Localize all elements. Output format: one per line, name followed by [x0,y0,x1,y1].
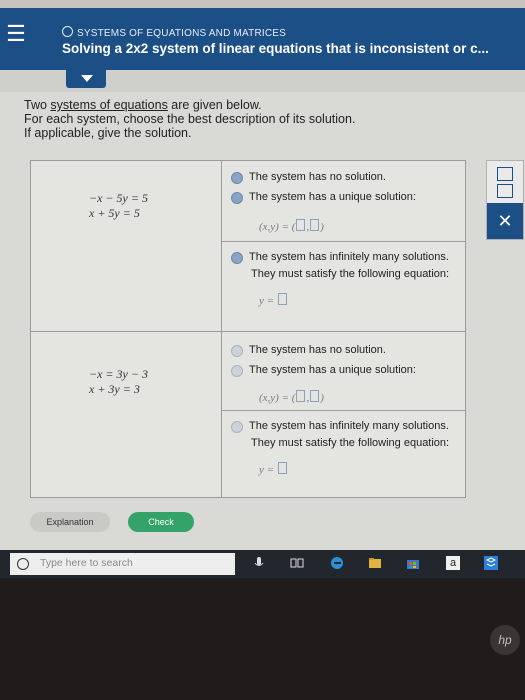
menu-icon[interactable]: ☰ [4,22,28,46]
option-divider [221,410,465,411]
problem-intro: Two systems of equations are given below… [24,98,355,140]
collapse-button[interactable] [66,70,106,88]
y-answer-box[interactable] [310,390,320,402]
radio-button[interactable] [231,252,243,264]
radio-button[interactable] [231,345,243,357]
system-2-equations: −x = 3y − 3 x + 3y = 3 [31,332,222,498]
edge-browser-icon[interactable] [330,556,344,570]
option-divider [221,241,465,242]
system-1-eq-2: x + 5y = 5 [89,206,140,220]
system-1-unique-answer: (x,y) = (,) [259,219,324,233]
chevron-down-icon [81,75,93,82]
x-answer-box[interactable] [296,219,306,231]
systems-table: −x − 5y = 5 x + 5y = 5 The system has no… [30,160,466,498]
windows-taskbar: Type here to search a [0,550,525,578]
check-button[interactable]: Check [128,512,194,532]
y-answer-box[interactable] [310,219,320,231]
system-2-infinite-answer: y = [259,462,288,476]
system-1-eq-1: −x − 5y = 5 [89,191,148,205]
task-view-icon[interactable] [290,556,304,570]
systems-of-equations-link[interactable]: systems of equations [50,98,167,112]
cortana-circle-icon [17,558,29,570]
intro-line-2: For each system, choose the best descrip… [24,112,356,126]
box-icon[interactable] [497,184,513,198]
topic-label[interactable]: SYSTEMS OF EQUATIONS AND MATRICES [62,26,286,39]
taskbar-search-box[interactable]: Type here to search [10,553,235,575]
system-1-equations: −x − 5y = 5 x + 5y = 5 [31,161,222,331]
assignment-header: ☰ SYSTEMS OF EQUATIONS AND MATRICES Solv… [0,8,525,70]
radio-button[interactable] [231,421,243,433]
system-2-options: The system has no solution. The system h… [221,332,465,498]
hp-logo: hp [490,625,520,655]
answer-tools-panel: ✕ [486,160,524,240]
close-icon[interactable]: ✕ [487,203,523,239]
microphone-icon[interactable] [252,556,266,570]
amazon-icon[interactable]: a [446,556,460,570]
x-answer-box[interactable] [296,390,306,402]
equation-answer-box[interactable] [277,462,287,474]
system-2-eq-2: x + 3y = 3 [89,382,140,396]
system-1-infinite-subtext: They must satisfy the following equation… [251,268,450,280]
radio-button[interactable] [231,172,243,184]
topic-text: SYSTEMS OF EQUATIONS AND MATRICES [77,28,287,39]
system-2-eq-1: −x = 3y − 3 [89,367,148,381]
store-icon[interactable] [406,556,420,570]
browser-top-strip [0,0,525,8]
screen: ☰ SYSTEMS OF EQUATIONS AND MATRICES Solv… [0,0,525,578]
system-2-infinite-subtext: They must satisfy the following equation… [251,437,450,449]
explanation-button[interactable]: Explanation [30,512,110,532]
fraction-icon[interactable] [497,167,513,181]
system-row-2: −x = 3y − 3 x + 3y = 3 The system has no… [31,331,465,498]
file-explorer-icon[interactable] [368,556,382,570]
radio-button[interactable] [231,365,243,377]
search-placeholder: Type here to search [40,557,133,569]
system-row-1: −x − 5y = 5 x + 5y = 5 The system has no… [31,161,465,331]
system-1-options: The system has no solution. The system h… [221,161,465,331]
system-1-infinite-answer: y = [259,293,288,307]
intro-line-1: Two systems of equations are given below… [24,98,262,112]
intro-line-3: If applicable, give the solution. [24,126,192,140]
problem-content: Two systems of equations are given below… [0,92,480,542]
equation-answer-box[interactable] [277,293,287,305]
page-title: Solving a 2x2 system of linear equations… [62,41,489,56]
radio-button[interactable] [231,192,243,204]
system-2-unique-answer: (x,y) = (,) [259,390,324,404]
dropbox-icon[interactable] [484,556,498,570]
topic-circle-icon [62,26,73,37]
collapse-strip [0,70,525,92]
